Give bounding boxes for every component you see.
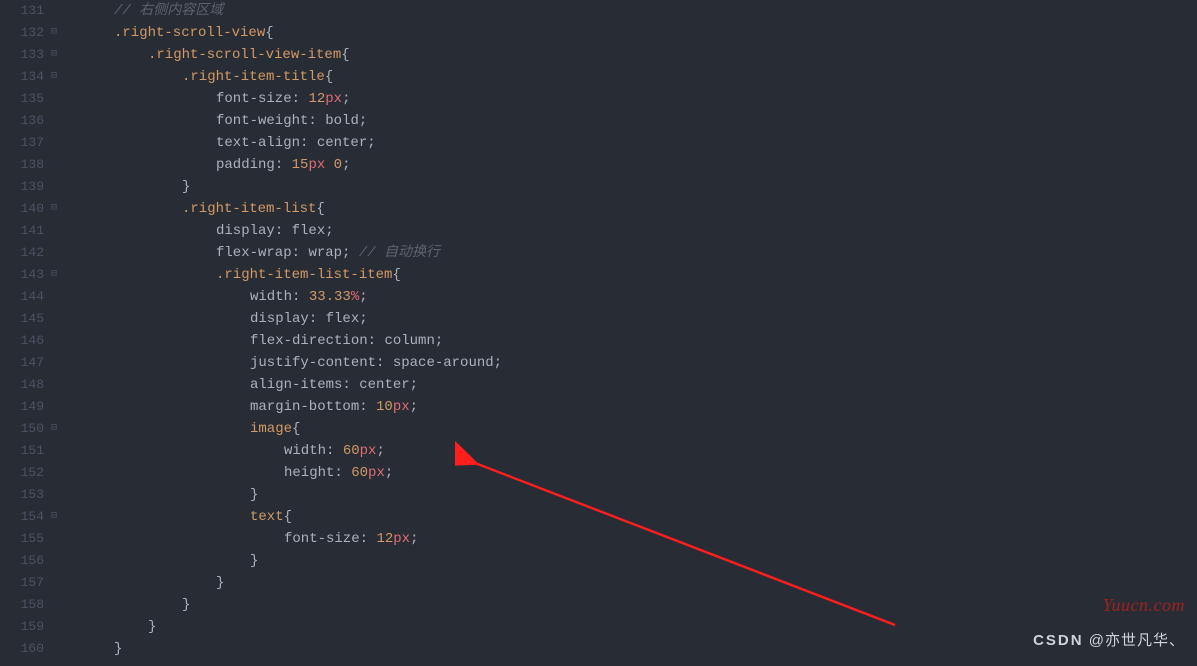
gutter-line[interactable]: 153 (0, 484, 66, 506)
code-line[interactable]: width: 60px; (80, 440, 1197, 462)
code-line[interactable]: } (80, 572, 1197, 594)
gutter-line[interactable]: 158 (0, 594, 66, 616)
code-line[interactable]: } (80, 594, 1197, 616)
code-line[interactable]: justify-content: space-around; (80, 352, 1197, 374)
gutter-line[interactable]: 148 (0, 374, 66, 396)
gutter-line[interactable]: 141 (0, 220, 66, 242)
gutter-line[interactable]: 145 (0, 308, 66, 330)
gutter-line[interactable]: 151 (0, 440, 66, 462)
line-gutter[interactable]: 131132⊟133⊟134⊟135136137138139140⊟141142… (0, 0, 66, 666)
watermark-csdn: CSDN @亦世凡华、 (1033, 630, 1185, 652)
code-line[interactable]: flex-wrap: wrap; // 自动换行 (80, 242, 1197, 264)
code-line[interactable]: .right-item-title{ (80, 66, 1197, 88)
gutter-line[interactable]: 149 (0, 396, 66, 418)
gutter-line[interactable]: 142 (0, 242, 66, 264)
gutter-line[interactable]: 146 (0, 330, 66, 352)
gutter-line[interactable]: 144 (0, 286, 66, 308)
gutter-line[interactable]: 160 (0, 638, 66, 660)
gutter-line[interactable]: 136 (0, 110, 66, 132)
gutter-line[interactable]: 135 (0, 88, 66, 110)
gutter-line[interactable]: 134⊟ (0, 66, 66, 88)
code-line[interactable]: text{ (80, 506, 1197, 528)
gutter-line[interactable]: 157 (0, 572, 66, 594)
code-line[interactable]: padding: 15px 0; (80, 154, 1197, 176)
gutter-line[interactable]: 154⊟ (0, 506, 66, 528)
gutter-line[interactable]: 139 (0, 176, 66, 198)
code-line[interactable]: .right-item-list-item{ (80, 264, 1197, 286)
gutter-line[interactable]: 147 (0, 352, 66, 374)
gutter-line[interactable]: 132⊟ (0, 22, 66, 44)
csdn-author: @亦世凡华、 (1084, 632, 1185, 649)
gutter-line[interactable]: 150⊟ (0, 418, 66, 440)
code-line[interactable]: margin-bottom: 10px; (80, 396, 1197, 418)
code-line[interactable]: align-items: center; (80, 374, 1197, 396)
gutter-line[interactable]: 159 (0, 616, 66, 638)
csdn-logo-text: CSDN (1033, 632, 1084, 649)
code-line[interactable]: .right-scroll-view-item{ (80, 44, 1197, 66)
code-line[interactable]: } (80, 638, 1197, 660)
code-line[interactable]: .right-item-list{ (80, 198, 1197, 220)
gutter-line[interactable]: 133⊟ (0, 44, 66, 66)
gutter-line[interactable]: 140⊟ (0, 198, 66, 220)
code-line[interactable]: font-weight: bold; (80, 110, 1197, 132)
code-line[interactable]: // 右侧内容区域 (80, 0, 1197, 22)
watermark-yuucn: Yuucn.com (1103, 594, 1185, 616)
code-line[interactable]: } (80, 550, 1197, 572)
code-editor[interactable]: 131132⊟133⊟134⊟135136137138139140⊟141142… (0, 0, 1197, 666)
code-area[interactable]: // 右侧内容区域.right-scroll-view{.right-scrol… (66, 0, 1197, 666)
code-line[interactable]: display: flex; (80, 220, 1197, 242)
gutter-line[interactable]: 152 (0, 462, 66, 484)
code-line[interactable]: font-size: 12px; (80, 88, 1197, 110)
code-line[interactable]: } (80, 176, 1197, 198)
gutter-line[interactable]: 156 (0, 550, 66, 572)
code-line[interactable]: text-align: center; (80, 132, 1197, 154)
code-line[interactable]: flex-direction: column; (80, 330, 1197, 352)
gutter-line[interactable]: 137 (0, 132, 66, 154)
code-line[interactable]: height: 60px; (80, 462, 1197, 484)
code-line[interactable]: image{ (80, 418, 1197, 440)
code-line[interactable]: } (80, 616, 1197, 638)
code-line[interactable]: } (80, 484, 1197, 506)
code-line[interactable]: font-size: 12px; (80, 528, 1197, 550)
gutter-line[interactable]: 155 (0, 528, 66, 550)
code-line[interactable]: width: 33.33%; (80, 286, 1197, 308)
gutter-line[interactable]: 131 (0, 0, 66, 22)
code-line[interactable]: display: flex; (80, 308, 1197, 330)
gutter-line[interactable]: 143⊟ (0, 264, 66, 286)
code-line[interactable]: .right-scroll-view{ (80, 22, 1197, 44)
gutter-line[interactable]: 138 (0, 154, 66, 176)
